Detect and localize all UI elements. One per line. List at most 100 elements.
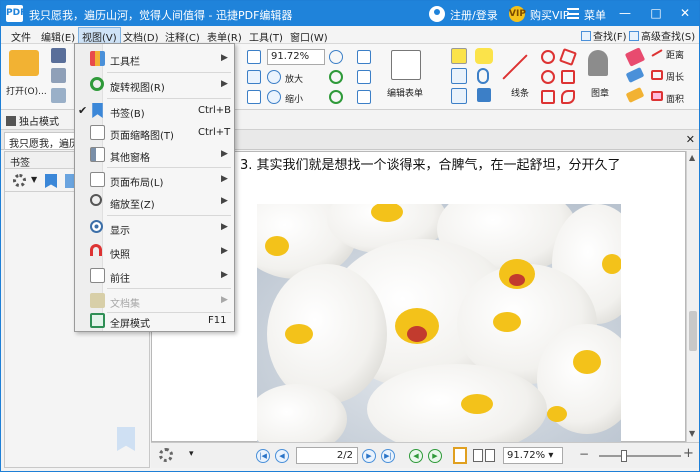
maximize-button[interactable]: □ [649, 6, 663, 20]
cloud-icon[interactable] [561, 90, 575, 104]
menu-item-go-to[interactable]: 前往 ▶ [75, 264, 234, 288]
menu-item-bookmarks[interactable]: ✔ 书签(B) Ctrl+B [75, 99, 234, 123]
user-icon[interactable] [429, 6, 445, 22]
menu-item-toolbar[interactable]: 工具栏 ▶ [75, 47, 234, 71]
minimize-button[interactable]: — [618, 6, 632, 20]
menu-edit[interactable]: 编辑(E) [38, 28, 78, 45]
zoom-out-icon[interactable] [267, 90, 281, 104]
edit-form-icon[interactable] [391, 50, 421, 80]
submenu-arrow-icon: ▶ [221, 270, 228, 280]
polygon-icon[interactable] [559, 48, 577, 66]
menu-item-rotate-view[interactable]: 旋转视图(R) ▶ [75, 73, 234, 97]
zoom-dropdown-icon[interactable] [329, 50, 343, 64]
vertical-scrollbar[interactable]: ▲ ▼ [686, 151, 699, 442]
login-link[interactable]: 注册/登录 [450, 7, 498, 23]
chevron-down-icon[interactable]: ▼ [31, 175, 37, 184]
menu-item-display[interactable]: 显示 ▶ [75, 216, 234, 240]
last-page-icon[interactable]: ▶| [381, 449, 395, 463]
sound-icon[interactable] [477, 88, 491, 102]
vip-icon[interactable]: VIP [509, 6, 526, 22]
area-icon[interactable] [651, 91, 663, 101]
menu-item-full-screen[interactable]: 全屏模式 F11 [75, 309, 234, 333]
menu-item-page-thumbnails[interactable]: 页面缩略图(T) Ctrl+T [75, 121, 234, 145]
perimeter-icon[interactable] [651, 70, 663, 80]
menu-tools[interactable]: 工具(T) [246, 28, 286, 45]
single-page-icon[interactable] [453, 447, 467, 464]
scroll-thumb[interactable] [689, 311, 697, 351]
print-icon[interactable] [51, 68, 66, 83]
area-label[interactable]: 面积 [666, 92, 684, 105]
forward-icon[interactable]: ▶ [428, 449, 442, 463]
hamburger-menu-icon[interactable] [567, 8, 579, 19]
back-icon[interactable]: ◀ [409, 449, 423, 463]
buy-vip-link[interactable]: 购买VIP [530, 7, 569, 23]
menu-item-other-panes[interactable]: 其他窗格 ▶ [75, 143, 234, 167]
zoom-in-plus-icon[interactable]: + [683, 446, 694, 461]
zoom-out-minus-icon[interactable]: − [579, 447, 589, 461]
facing-page-icon[interactable] [485, 449, 495, 462]
pentagon-icon[interactable] [561, 70, 575, 84]
open-button-label[interactable]: 打开(O)... [6, 84, 47, 97]
fit-page-icon[interactable] [247, 50, 261, 64]
find-button[interactable]: 查找(F) [581, 28, 627, 43]
snapshot-icon[interactable] [357, 90, 371, 104]
zoom-slider-knob[interactable] [621, 450, 627, 462]
email-icon[interactable] [51, 88, 66, 103]
line-tool-icon[interactable] [502, 54, 528, 80]
zoom-in-icon[interactable] [267, 70, 281, 84]
note-icon[interactable] [475, 48, 493, 64]
distance-icon[interactable] [651, 49, 663, 57]
circle-icon[interactable] [541, 70, 555, 84]
status-gear-icon[interactable] [159, 448, 173, 462]
text-box-icon[interactable] [451, 68, 467, 84]
save-icon[interactable] [51, 48, 66, 63]
rotate-left-icon[interactable] [329, 70, 343, 84]
zoom-select[interactable]: 91.72% [267, 49, 325, 65]
callout-icon[interactable] [451, 88, 467, 104]
rotate-right-icon[interactable] [329, 90, 343, 104]
scroll-down-icon[interactable]: ▼ [689, 429, 695, 438]
scroll-up-icon[interactable]: ▲ [689, 153, 695, 162]
exclusive-mode-button[interactable]: 独占模式 [6, 113, 59, 128]
close-button[interactable]: ✕ [678, 6, 692, 20]
actual-size-icon[interactable] [247, 90, 261, 104]
eraser-icon[interactable] [624, 47, 646, 67]
highlighter-icon[interactable] [625, 87, 645, 103]
perimeter-label[interactable]: 周长 [666, 70, 684, 83]
fit-width-icon[interactable] [247, 70, 261, 84]
edit-form-label[interactable]: 编辑表单 [387, 86, 423, 99]
close-tab-icon[interactable]: ✕ [686, 133, 695, 146]
previous-page-icon[interactable]: ◀ [275, 449, 289, 463]
zoom-slider[interactable] [599, 450, 681, 462]
attach-file-icon[interactable] [477, 68, 489, 84]
menu-window[interactable]: 窗口(W) [287, 28, 331, 45]
pen-icon[interactable] [625, 67, 645, 83]
bookmark-icon[interactable] [45, 174, 57, 188]
insert-page-icon[interactable] [357, 70, 371, 84]
select-text-icon[interactable] [357, 50, 371, 64]
first-page-icon[interactable]: |◀ [256, 449, 270, 463]
line-tool-label[interactable]: 线条 [511, 86, 529, 99]
menu-item-snapshot[interactable]: 快照 ▶ [75, 240, 234, 264]
menu-file[interactable]: 文件 [8, 28, 34, 45]
chevron-down-icon[interactable]: ▾ [189, 449, 194, 459]
advanced-find-button[interactable]: 高级查找(S) [629, 28, 695, 43]
zoom-level-select[interactable]: 91.72% ▾ [503, 447, 563, 464]
stamp-label[interactable]: 图章 [591, 86, 609, 99]
gear-icon[interactable] [13, 174, 26, 187]
menu-item-zoom-to[interactable]: 缩放至(Z) ▶ [75, 190, 234, 214]
zoom-in-label[interactable]: 放大 [285, 72, 303, 85]
zoom-out-label[interactable]: 缩小 [285, 92, 303, 105]
document-tab[interactable]: 我只愿我，遍历山 [4, 132, 84, 149]
page-number-input[interactable]: 2/2 [296, 447, 358, 464]
rectangle-icon[interactable] [541, 90, 555, 104]
distance-label[interactable]: 距离 [666, 48, 684, 61]
typewriter-icon[interactable] [451, 48, 467, 64]
stamp-icon[interactable] [588, 50, 608, 76]
ellipse-icon[interactable] [541, 50, 555, 64]
main-menu-button[interactable]: 菜单 [584, 7, 606, 23]
open-folder-icon[interactable] [9, 50, 39, 76]
next-page-icon[interactable]: ▶ [362, 449, 376, 463]
continuous-page-icon[interactable] [473, 449, 483, 462]
menu-item-page-layout[interactable]: 页面布局(L) ▶ [75, 168, 234, 192]
